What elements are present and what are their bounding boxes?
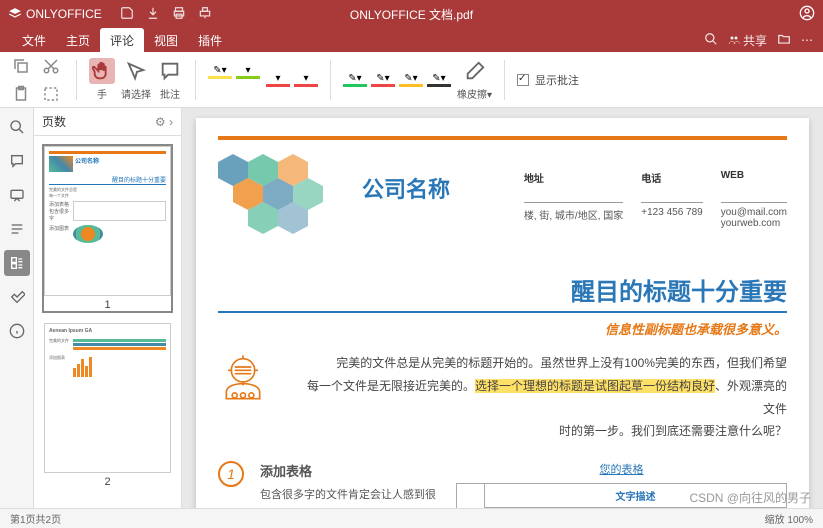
quickprint-icon[interactable] — [198, 6, 212, 23]
zoom-level[interactable]: 缩放 100% — [765, 511, 813, 526]
highlight-green-button[interactable]: ▾ — [236, 65, 260, 79]
document-viewport[interactable]: 公司名称 地址 电话 WEB 楼, 街, 城市/地区, 国家 +123 456 … — [182, 108, 823, 508]
document-page: 公司名称 地址 电话 WEB 楼, 街, 城市/地区, 国家 +123 456 … — [196, 118, 809, 508]
cut-button[interactable] — [38, 53, 64, 79]
folder-icon[interactable] — [777, 32, 791, 49]
search-panel-icon[interactable] — [4, 114, 30, 140]
show-comments-checkbox[interactable] — [517, 74, 529, 86]
thumbnail-panel: 页数 ⚙ › 公司名称 醒目的标题十分重要 完美的文件总是每一个文件 添加表格包… — [34, 108, 182, 508]
company-name: 公司名称 — [362, 154, 450, 244]
menubar: 文件 主页 评论 视图 插件 共享 ⋯ — [0, 28, 823, 52]
page-accent-bar — [218, 136, 787, 140]
eraser-button[interactable] — [462, 58, 488, 84]
menu-plugins[interactable]: 插件 — [188, 28, 232, 53]
left-sidebar — [0, 108, 34, 508]
gear-icon[interactable]: ⚙ › — [155, 115, 173, 129]
headings-panel-icon[interactable] — [4, 216, 30, 242]
copy-button[interactable] — [8, 53, 34, 79]
toolbar: 手 请选择 批注 ✎▾ ▾ ▾ ▾ ✎▾ ✎▾ ✎▾ ✎▾ 橡皮擦▾ — [0, 52, 823, 108]
download-icon[interactable] — [146, 6, 160, 23]
thumbnails-panel-icon[interactable] — [4, 250, 30, 276]
show-comments-label: 显示批注 — [535, 72, 579, 88]
thumbnail-page-2[interactable]: Aenean Ipsum GA 完美的文件 添加图表 2 — [42, 321, 173, 490]
select-tool-button[interactable] — [123, 58, 149, 84]
menu-view[interactable]: 视图 — [144, 28, 188, 53]
info-icon[interactable] — [4, 318, 30, 344]
watermark: CSDN @向往风的男子 — [689, 489, 811, 506]
section-number: 1 — [218, 461, 244, 487]
thumbnail-2-number: 2 — [44, 476, 171, 488]
company-info: 地址 电话 WEB 楼, 街, 城市/地区, 国家 +123 456 789 y… — [524, 154, 787, 244]
section-heading: 添加表格 — [260, 461, 440, 480]
body-text: 完美的文件总是从完美的标题开始的。虽然世界上没有100%完美的东西，但我们希望 … — [296, 352, 787, 443]
document-title: ONLYOFFICE 文档.pdf — [350, 6, 473, 23]
statusbar: 第1页共2页 缩放 100% — [0, 508, 823, 528]
section-text: 包含很多字的文件肯定会让人感到很无趣。这就是为什么添加表格可以帮助提供一个更好的… — [260, 486, 440, 508]
select-tool-label: 请选择 — [121, 86, 151, 101]
page-headline: 醒目的标题十分重要 — [218, 272, 787, 313]
user-avatar-icon[interactable] — [799, 5, 815, 24]
titlebar: ONLYOFFICE ONLYOFFICE 文档.pdf — [0, 0, 823, 28]
hex-graphic — [218, 154, 348, 244]
pen-green-button[interactable]: ✎▾ — [343, 73, 367, 87]
print-icon[interactable] — [172, 6, 186, 23]
highlighted-text: 选择一个理想的标题是试图起草一份结构良好 — [475, 379, 715, 393]
pen-red-button[interactable]: ✎▾ — [371, 73, 395, 87]
thumbnail-panel-header: 页数 ⚙ › — [34, 108, 181, 136]
save-icon[interactable] — [120, 6, 134, 23]
share-button[interactable]: 共享 — [728, 32, 767, 49]
menu-file[interactable]: 文件 — [12, 28, 56, 53]
eraser-label: 橡皮擦▾ — [457, 86, 492, 101]
search-icon[interactable] — [704, 32, 718, 49]
pen-yellow-button[interactable]: ✎▾ — [399, 73, 423, 87]
page-count: 第1页共2页 — [10, 511, 61, 526]
underline-red-button[interactable]: ▾ — [266, 73, 290, 87]
thumbnail-1-number: 1 — [44, 299, 171, 311]
paste-button[interactable] — [8, 81, 34, 107]
page-subhead: 信息性副标题也承载很多意义。 — [218, 319, 787, 338]
menu-home[interactable]: 主页 — [56, 28, 100, 53]
show-comments-toggle[interactable]: 显示批注 — [517, 72, 579, 88]
thumbnail-page-1[interactable]: 公司名称 醒目的标题十分重要 完美的文件总是每一个文件 添加表格包含很多字 添加… — [42, 144, 173, 313]
strike-red-button[interactable]: ▾ — [294, 73, 318, 87]
app-logo: ONLYOFFICE — [8, 7, 102, 21]
app-name: ONLYOFFICE — [26, 7, 102, 21]
table-title-link: 您的表格 — [456, 461, 787, 477]
more-icon[interactable]: ⋯ — [801, 33, 813, 47]
chat-panel-icon[interactable] — [4, 182, 30, 208]
pen-black-button[interactable]: ✎▾ — [427, 73, 451, 87]
comment-label: 批注 — [160, 86, 180, 101]
body-icon — [218, 352, 274, 443]
main-area: 页数 ⚙ › 公司名称 醒目的标题十分重要 完美的文件总是每一个文件 添加表格包… — [0, 108, 823, 508]
hand-tool-button[interactable] — [89, 58, 115, 84]
comments-panel-icon[interactable] — [4, 148, 30, 174]
menu-review[interactable]: 评论 — [100, 28, 144, 53]
hand-tool-label: 手 — [97, 86, 107, 101]
feedback-icon[interactable] — [4, 284, 30, 310]
titlebar-quick-icons — [120, 6, 212, 23]
select-all-button[interactable] — [38, 81, 64, 107]
thumbnail-list: 公司名称 醒目的标题十分重要 完美的文件总是每一个文件 添加表格包含很多字 添加… — [34, 136, 181, 508]
highlight-yellow-button[interactable]: ✎▾ — [208, 65, 232, 79]
comment-button[interactable] — [157, 58, 183, 84]
thumbnail-panel-title: 页数 — [42, 113, 66, 130]
